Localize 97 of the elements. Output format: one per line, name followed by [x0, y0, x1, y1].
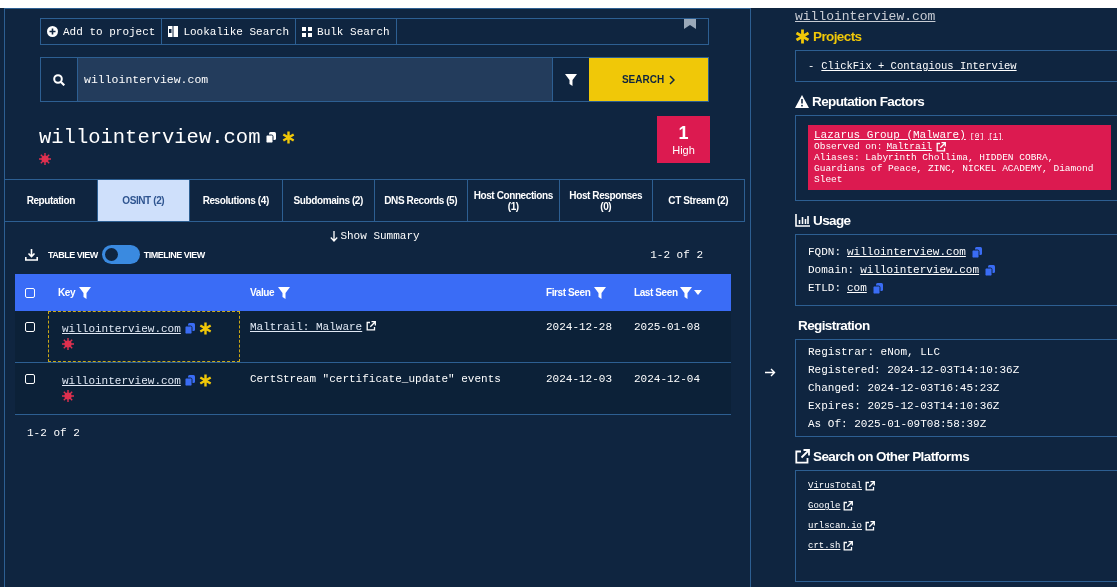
- table-cell: 2024-12-03: [546, 373, 612, 385]
- reference-link[interactable]: [1]: [988, 130, 1003, 141]
- column-header[interactable]: First Seen: [536, 286, 634, 299]
- copy-icon: [266, 132, 277, 143]
- section-heading: Projects: [813, 29, 862, 44]
- grid-icon: [302, 26, 313, 37]
- copy-icon: [985, 264, 996, 276]
- bullet-text: -: [808, 60, 815, 72]
- source-link[interactable]: Maltrail: [886, 141, 933, 152]
- value-link[interactable]: com: [847, 279, 867, 297]
- external-link-icon: [865, 521, 875, 531]
- external-link-icon: [936, 141, 947, 152]
- table-cell: 2024-12-04: [634, 373, 700, 385]
- copy-icon: [872, 282, 883, 294]
- arrow-right-icon: [765, 368, 776, 377]
- warning-icon: [795, 95, 809, 108]
- download-icon: [25, 248, 38, 261]
- external-link-icon: [795, 449, 810, 464]
- bookmark-icon: [684, 19, 696, 29]
- tab[interactable]: Subdomains (2): [282, 180, 375, 221]
- pagination-text: 1-2 of 2: [27, 427, 81, 439]
- asterisk-icon: [795, 29, 810, 44]
- platform-link[interactable]: crt.sh: [808, 541, 841, 551]
- virus-icon: [62, 390, 74, 402]
- section-heading: Reputation Factors: [812, 94, 925, 109]
- field-label: Domain:: [808, 263, 855, 278]
- tab[interactable]: Host Responses (0): [560, 180, 653, 221]
- filter-icon: [278, 286, 291, 299]
- aliases-text: Aliases: Labyrinth Chollima, HIDDEN COBRA, Guardians of Peace, ZINC, NICKEL ACADEMY, Diamond Sleet: [814, 152, 1095, 185]
- filter-icon: [679, 286, 692, 299]
- registration-text: Registered: 2024-12-03T14:10:36Z: [808, 363, 1021, 378]
- registration-text: Registrar: eNom, LLC: [808, 345, 942, 360]
- section-heading: Registration: [798, 318, 870, 333]
- table-cell: 2025-01-08: [634, 321, 700, 333]
- project-link[interactable]: ClickFix + Contagious Interview: [821, 60, 1017, 72]
- domain-link[interactable]: willointerview.com: [62, 322, 181, 335]
- platform-link[interactable]: urlscan.io: [808, 521, 862, 531]
- asterisk-icon: [198, 374, 212, 387]
- section-heading: Search on Other Platforms: [813, 449, 970, 464]
- external-link-icon: [843, 501, 854, 511]
- tab[interactable]: Resolutions (4): [190, 180, 283, 221]
- asterisk-icon: [282, 131, 296, 144]
- table-cell: 2024-12-28: [546, 321, 612, 333]
- registration-text: As Of: 2025-01-09T08:58:39Z: [808, 417, 988, 432]
- external-link-icon: [366, 321, 377, 331]
- filter-icon: [79, 286, 92, 299]
- field-label: FQDN:: [808, 245, 841, 260]
- source-link[interactable]: Maltrail: Malware: [250, 321, 363, 333]
- value-link[interactable]: willointerview.com: [860, 261, 980, 279]
- external-link-icon: [843, 541, 854, 551]
- toolbar-button[interactable]: Bulk Search: [296, 19, 397, 44]
- arrow-down-icon: [330, 230, 339, 242]
- value-link[interactable]: willointerview.com: [847, 243, 966, 261]
- section-heading: Usage: [813, 213, 851, 228]
- registration-text: Expires: 2025-12-03T14:10:36Z: [808, 399, 1001, 414]
- risk-score: 1: [678, 123, 689, 144]
- column-header[interactable]: Key: [48, 286, 240, 299]
- table-cell: CertStream "certificate_update" events: [250, 373, 501, 385]
- view-label: TIMELINE VIEW: [143, 249, 205, 260]
- platform-link[interactable]: Google: [808, 501, 841, 511]
- tab[interactable]: Reputation: [5, 180, 98, 221]
- filter-icon: [594, 286, 607, 299]
- view-toggle[interactable]: [101, 245, 140, 264]
- observed-label: Observed on:: [814, 141, 883, 152]
- domain-title: willointerview.com: [39, 126, 261, 149]
- plus-circle-icon: [47, 26, 58, 37]
- virus-icon: [62, 338, 74, 350]
- tab[interactable]: DNS Records (5): [375, 180, 468, 221]
- pagination-text: 1-2 of 2: [650, 248, 703, 261]
- bar-chart-icon: [795, 214, 810, 227]
- virus-icon: [39, 153, 51, 165]
- toolbar-button[interactable]: Add to project: [41, 19, 163, 44]
- show-summary-link[interactable]: Show Summary: [330, 230, 420, 242]
- column-header[interactable]: Last Seen: [634, 286, 731, 299]
- reference-link[interactable]: [0]: [969, 130, 985, 141]
- column-header[interactable]: Value: [240, 286, 536, 299]
- tab[interactable]: CT Stream (2): [652, 180, 745, 221]
- view-label: TABLE VIEW: [48, 249, 98, 260]
- copy-icon: [971, 246, 982, 258]
- domain-link[interactable]: willointerview.com: [62, 374, 181, 387]
- checkbox[interactable]: [25, 322, 35, 332]
- platform-link[interactable]: VirusTotal: [808, 481, 862, 491]
- threat-link[interactable]: Lazarus Group (Malware): [814, 130, 966, 141]
- toolbar-button[interactable]: Lookalike Search: [162, 19, 297, 44]
- asterisk-icon: [198, 322, 212, 335]
- tab[interactable]: Host Connections (1): [467, 180, 560, 221]
- field-label: ETLD:: [808, 281, 841, 296]
- risk-level: High: [672, 144, 695, 156]
- tab[interactable]: OSINT (2): [97, 180, 190, 221]
- registration-text: Changed: 2024-12-03T16:45:23Z: [808, 381, 1001, 396]
- checkbox[interactable]: [25, 374, 35, 384]
- copy-icon: [184, 323, 195, 334]
- copy-icon: [184, 375, 195, 386]
- checkbox[interactable]: [25, 288, 35, 298]
- domain-link[interactable]: willointerview.com: [795, 9, 936, 24]
- external-link-icon: [865, 481, 875, 491]
- book-icon: [168, 26, 179, 37]
